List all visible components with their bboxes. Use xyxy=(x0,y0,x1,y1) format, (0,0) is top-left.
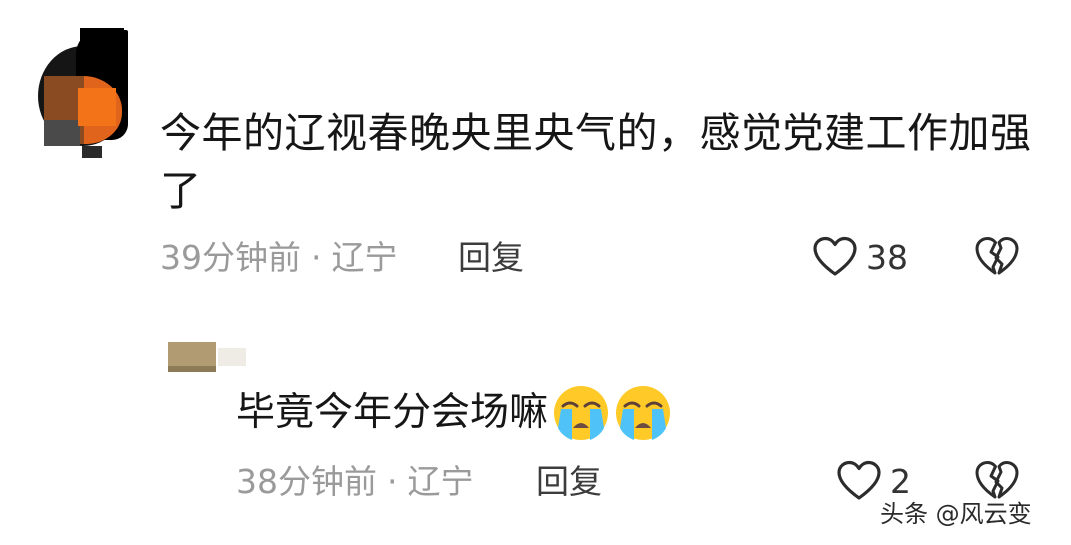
comment-meta: 39分钟前 · 辽宁 xyxy=(160,238,398,278)
loudly-crying-face-icon xyxy=(554,386,609,440)
commenter-avatar[interactable] xyxy=(36,28,132,160)
reply-location: 辽宁 xyxy=(407,462,474,501)
loudly-crying-face-icon xyxy=(616,386,671,440)
heart-outline-icon xyxy=(837,460,881,500)
like-button[interactable] xyxy=(812,236,858,278)
reply-reply-button[interactable]: 回复 xyxy=(536,462,602,502)
reply-time: 38分钟前 xyxy=(236,462,377,501)
meta-separator: · xyxy=(311,238,322,277)
meta-separator: · xyxy=(387,462,398,501)
watermark: 头条 @风云变 xyxy=(880,500,1032,528)
broken-heart-icon xyxy=(975,461,1019,499)
dislike-button[interactable] xyxy=(974,236,1020,278)
broken-heart-icon xyxy=(975,237,1019,275)
reply-meta: 38分钟前 · 辽宁 xyxy=(236,462,474,502)
heart-outline-icon xyxy=(813,236,857,276)
reply-text: 毕竟今年分会场嘛 xyxy=(236,390,549,435)
comment-time: 39分钟前 xyxy=(160,238,301,277)
reply-content: 毕竟今年分会场嘛 xyxy=(236,384,836,442)
like-count: 38 xyxy=(866,238,908,277)
comment-text: 今年的辽视春晚央里央气的，感觉党建工作加强了 xyxy=(160,109,1032,215)
reply-like-count: 2 xyxy=(890,462,911,501)
comment-location: 辽宁 xyxy=(331,238,398,277)
reply-dislike-button[interactable] xyxy=(974,460,1020,502)
comment-reply-button[interactable]: 回复 xyxy=(458,238,524,278)
reply-avatar[interactable] xyxy=(168,342,248,372)
reply-like-button[interactable] xyxy=(836,460,882,502)
